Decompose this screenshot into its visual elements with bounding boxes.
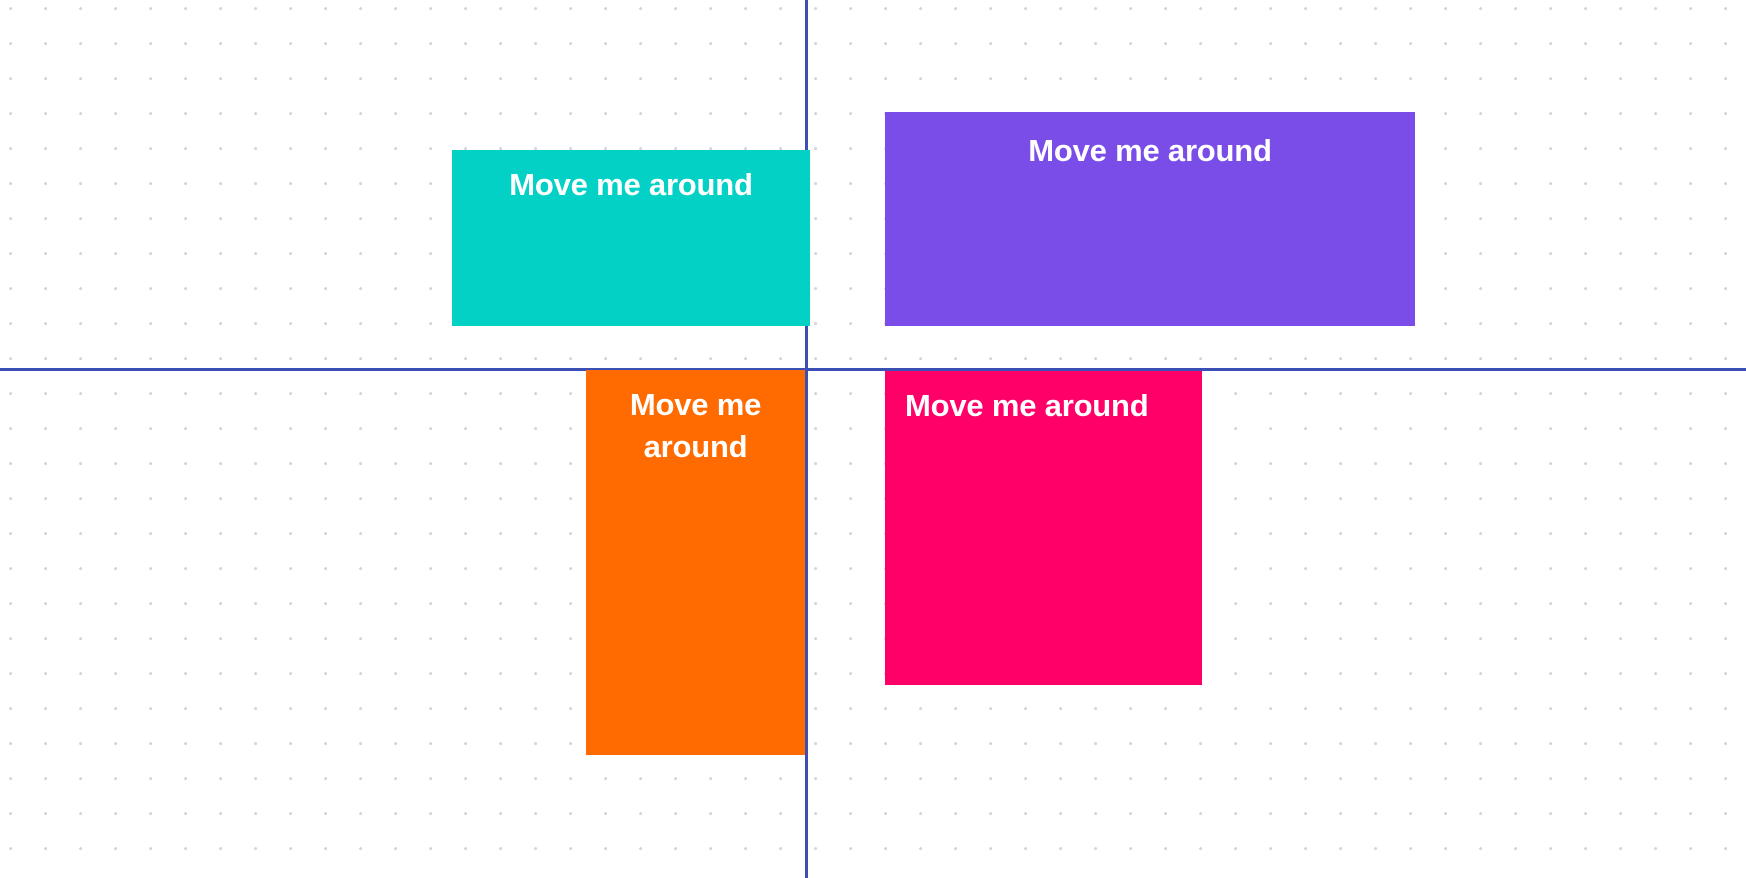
card-pink[interactable]: Move me around <box>885 371 1202 685</box>
card-purple-label: Move me around <box>1028 133 1272 168</box>
card-teal-label: Move me around <box>509 167 753 202</box>
vertical-guide-line <box>805 0 808 878</box>
horizontal-guide-line <box>0 368 1746 371</box>
card-orange-label: Move me around <box>629 387 762 464</box>
card-pink-label: Move me around <box>905 388 1149 423</box>
drag-canvas[interactable]: Move me around Move me around Move me ar… <box>0 0 1746 878</box>
card-orange[interactable]: Move me around <box>586 370 805 755</box>
card-teal[interactable]: Move me around <box>452 150 810 326</box>
card-purple[interactable]: Move me around <box>885 112 1415 326</box>
dot-grid-background <box>0 0 1746 878</box>
